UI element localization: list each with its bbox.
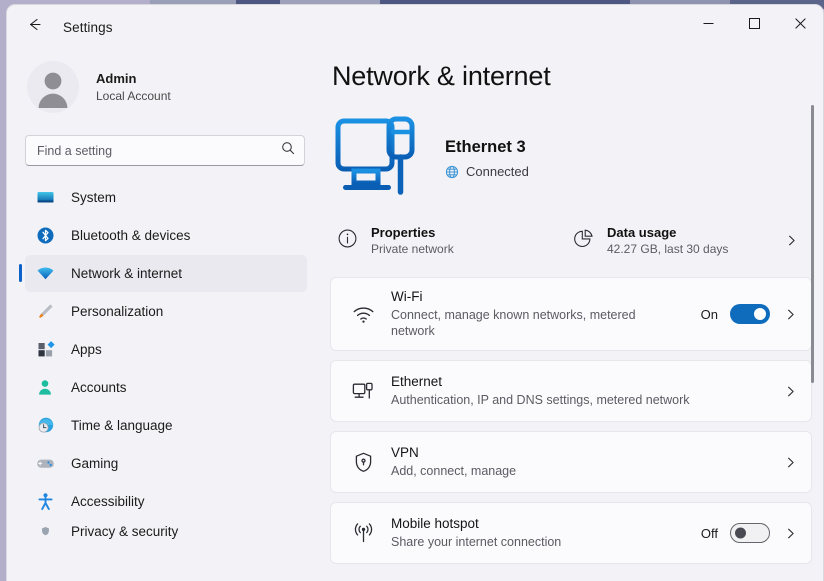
card-subtitle: Share your internet connection — [391, 535, 562, 549]
paintbrush-icon — [31, 302, 59, 321]
sidebar-item-label: Gaming — [71, 456, 119, 471]
quick-action-title: Data usage — [607, 225, 677, 240]
minimize-button[interactable] — [685, 5, 731, 41]
globe-icon — [445, 165, 459, 179]
settings-cards-list: Wi-Fi Connect, manage known networks, me… — [330, 277, 812, 564]
sidebar-item-personalization[interactable]: Personalization — [25, 293, 307, 330]
sidebar-item-label: Network & internet — [71, 266, 183, 281]
ethernet-icon — [343, 379, 383, 404]
sidebar-item-label: Privacy & security — [71, 523, 179, 539]
sidebar-item-label: Bluetooth & devices — [71, 228, 191, 243]
sidebar-item-label: Apps — [71, 342, 102, 357]
sidebar-item-network-internet[interactable]: Network & internet — [19, 255, 307, 292]
hotspot-antenna-icon — [343, 521, 383, 546]
user-avatar-icon — [38, 72, 68, 108]
quick-action-subtitle: 42.27 GB, last 30 days — [607, 242, 729, 256]
sidebar-item-gaming[interactable]: Gaming — [25, 445, 307, 482]
person-icon — [39, 380, 51, 395]
sidebar-item-label: Time & language — [71, 418, 173, 433]
status-text: Connected — [466, 164, 529, 179]
sidebar-item-system[interactable]: System — [25, 179, 307, 216]
back-arrow-icon — [26, 16, 43, 38]
card-title: Mobile hotspot — [391, 516, 479, 531]
chevron-right-icon — [785, 234, 798, 247]
connection-name: Ethernet 3 — [445, 138, 526, 156]
card-wifi[interactable]: Wi-Fi Connect, manage known networks, me… — [330, 277, 812, 351]
card-title: VPN — [391, 445, 419, 460]
toggle-state-label: On — [700, 306, 718, 322]
quick-actions-row: Properties Private network Data usage 42… — [330, 218, 823, 263]
sidebar-item-label: Personalization — [71, 304, 164, 319]
sidebar-item-apps[interactable]: Apps — [25, 331, 307, 368]
title-bar: Settings — [7, 5, 823, 49]
sidebar-item-time-language[interactable]: Time & language — [25, 407, 307, 444]
shield-icon — [31, 526, 59, 536]
avatar — [27, 61, 79, 113]
content-scrollbar[interactable] — [807, 105, 819, 581]
hotspot-toggle[interactable] — [730, 523, 770, 543]
content-pane: Network & internet Ethernet 3 Connected … — [321, 49, 823, 581]
card-subtitle: Add, connect, manage — [391, 464, 517, 478]
maximize-button[interactable] — [731, 5, 777, 41]
bluetooth-icon — [31, 226, 59, 245]
search-box[interactable] — [25, 135, 305, 166]
ethernet-monitor-icon — [335, 113, 427, 204]
quick-action-subtitle: Private network — [371, 242, 454, 256]
account-summary[interactable]: Admin Local Account — [7, 49, 321, 127]
info-circle-icon — [337, 228, 358, 254]
window-title: Settings — [63, 19, 113, 35]
gamepad-icon — [31, 454, 59, 473]
account-type: Local Account — [96, 88, 171, 103]
card-mobile-hotspot[interactable]: Mobile hotspot Share your internet conne… — [330, 502, 812, 564]
settings-window: Settings Admin Local Account Find a sett… — [6, 4, 824, 581]
minimize-icon — [703, 22, 713, 24]
sidebar: Admin Local Account Find a setting Syste… — [7, 49, 321, 581]
close-icon — [794, 17, 806, 29]
sidebar-item-bluetooth-devices[interactable]: Bluetooth & devices — [25, 217, 307, 254]
system-monitor-icon — [31, 188, 59, 207]
toggle-state-label: Off — [700, 525, 718, 541]
sidebar-item-privacy-security[interactable]: Privacy & security — [25, 521, 307, 541]
chevron-right-icon[interactable] — [784, 527, 797, 540]
wifi-toggle[interactable] — [730, 304, 770, 324]
card-title: Wi-Fi — [391, 289, 423, 304]
wifi-icon — [343, 302, 383, 327]
chevron-right-icon[interactable] — [784, 456, 797, 469]
page-title: Network & internet — [332, 61, 551, 91]
back-button[interactable] — [17, 12, 51, 42]
apps-grid-icon — [31, 340, 59, 359]
close-button[interactable] — [777, 5, 823, 41]
sidebar-item-label: Accessibility — [71, 494, 145, 509]
clock-globe-icon — [31, 416, 59, 435]
vpn-shield-icon — [343, 450, 383, 475]
accessibility-person-icon — [31, 492, 59, 511]
search-icon — [281, 141, 295, 160]
pie-chart-icon — [573, 228, 594, 254]
data-usage-action[interactable]: Data usage 42.27 GB, last 30 days — [566, 218, 802, 263]
maximize-icon — [748, 17, 760, 29]
wifi-icon — [31, 264, 59, 283]
properties-action[interactable]: Properties Private network — [330, 218, 566, 263]
card-subtitle: Authentication, IP and DNS settings, met… — [391, 393, 690, 407]
sidebar-item-accounts[interactable]: Accounts — [25, 369, 307, 406]
sidebar-item-label: System — [71, 190, 117, 205]
connection-hero: Ethernet 3 Connected — [335, 113, 823, 204]
sidebar-item-label: Accounts — [71, 380, 127, 395]
window-controls — [685, 5, 823, 41]
card-vpn[interactable]: VPN Add, connect, manage — [330, 431, 812, 493]
quick-action-title: Properties — [371, 225, 436, 240]
search-input[interactable] — [37, 143, 281, 158]
chevron-right-icon[interactable] — [784, 308, 797, 321]
scrollbar-thumb[interactable] — [811, 105, 814, 383]
card-ethernet[interactable]: Ethernet Authentication, IP and DNS sett… — [330, 360, 812, 422]
connection-status: Connected — [445, 164, 529, 179]
card-subtitle: Connect, manage known networks, metered … — [391, 308, 636, 338]
account-name: Admin — [96, 70, 137, 86]
card-title: Ethernet — [391, 374, 443, 389]
sidebar-item-accessibility[interactable]: Accessibility — [25, 483, 307, 520]
sidebar-nav: System Bluetooth & devices Network & int… — [7, 179, 321, 541]
chevron-right-icon[interactable] — [784, 385, 797, 398]
